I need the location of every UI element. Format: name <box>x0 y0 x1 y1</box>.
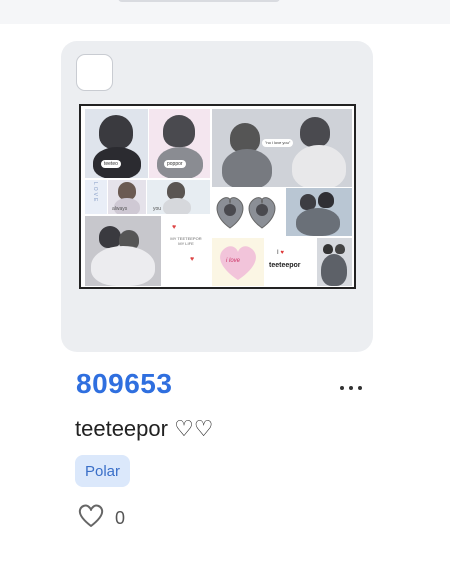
collage-tile-pink-heart: i love <box>212 238 264 286</box>
like-row: 0 <box>77 503 125 533</box>
collage-tile-portrait-1: teeteo <box>85 109 148 178</box>
card-name: teeteepor ♡♡ <box>75 416 214 441</box>
photo-collage-image[interactable]: teeteo poppor "no i love you" LOVE alway… <box>79 104 356 289</box>
collage-tile-locket <box>212 188 284 236</box>
collage-tile-portrait-2: poppor <box>149 109 210 178</box>
collage-tile-teeteepor: I ♥ teeteepor <box>265 238 316 286</box>
card-id-title[interactable]: 809653 <box>76 368 172 400</box>
like-count: 0 <box>115 507 126 528</box>
collage-tile-love: LOVE <box>85 180 107 214</box>
collage-tile-photo-large: "no i love you" <box>212 109 352 187</box>
tag-label: Polar <box>85 462 121 480</box>
collage-label: poppor <box>164 160 186 168</box>
collage-label: teeteo <box>101 160 121 168</box>
collage-tile-photo-hug <box>85 216 161 286</box>
select-checkbox[interactable] <box>76 54 113 91</box>
heart-outline-icon[interactable] <box>77 503 105 534</box>
more-options-icon[interactable] <box>334 381 368 395</box>
top-bar <box>0 0 450 24</box>
collage-tile-text: MY TEETEEPOR MY LIFE ♥ ♥ <box>162 216 210 286</box>
collage-tile-portrait-4: you <box>147 180 210 214</box>
collage-tile-photo-standing <box>317 238 352 286</box>
drag-handle <box>118 0 280 2</box>
collage-tile-photo-couple <box>286 188 352 236</box>
collage-tile-portrait-3: always <box>108 180 146 214</box>
tag-chip[interactable]: Polar <box>75 455 131 487</box>
